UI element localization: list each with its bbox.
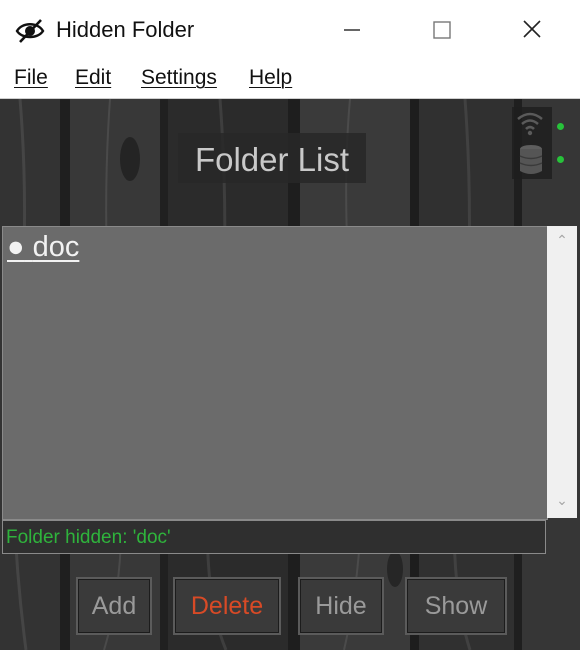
scroll-down-arrow-icon[interactable]: ⌄ — [547, 492, 577, 512]
database-icon — [519, 145, 543, 174]
menu-settings[interactable]: Settings — [141, 66, 217, 90]
menu-help[interactable]: Help — [249, 66, 292, 90]
header-box: Folder List — [178, 133, 366, 183]
close-button[interactable] — [510, 10, 554, 50]
folder-list[interactable]: ● doc — [2, 226, 548, 520]
delete-button[interactable]: Delete — [173, 577, 281, 635]
show-button[interactable]: Show — [405, 577, 507, 635]
page-title: Folder List — [194, 141, 350, 178]
list-bullet: ● — [7, 231, 25, 263]
menu-edit[interactable]: Edit — [75, 66, 111, 90]
vertical-scrollbar[interactable]: ⌃ ⌄ — [547, 226, 577, 518]
title-bar: Hidden Folder — [0, 0, 580, 60]
network-status-led — [557, 123, 564, 130]
hide-button[interactable]: Hide — [298, 577, 384, 635]
wifi-icon — [517, 112, 543, 136]
add-button[interactable]: Add — [76, 577, 152, 635]
storage-status-led — [557, 156, 564, 163]
list-item[interactable]: ● doc — [7, 231, 79, 264]
window-title: Hidden Folder — [56, 17, 195, 42]
eye-slash-icon — [15, 19, 45, 43]
folder-name: doc — [32, 231, 80, 263]
minimize-button[interactable] — [330, 10, 374, 50]
menu-bar: File Edit Settings Help — [0, 60, 580, 99]
status-bar: Folder hidden: 'doc' — [2, 520, 546, 554]
scroll-up-arrow-icon[interactable]: ⌃ — [547, 232, 577, 252]
main-panel: Folder List ● doc ⌃ ⌄ Folder hidden: 'do… — [0, 99, 580, 650]
menu-file[interactable]: File — [14, 66, 48, 90]
status-message: Folder hidden: 'doc' — [6, 527, 171, 548]
maximize-button[interactable] — [420, 10, 464, 50]
